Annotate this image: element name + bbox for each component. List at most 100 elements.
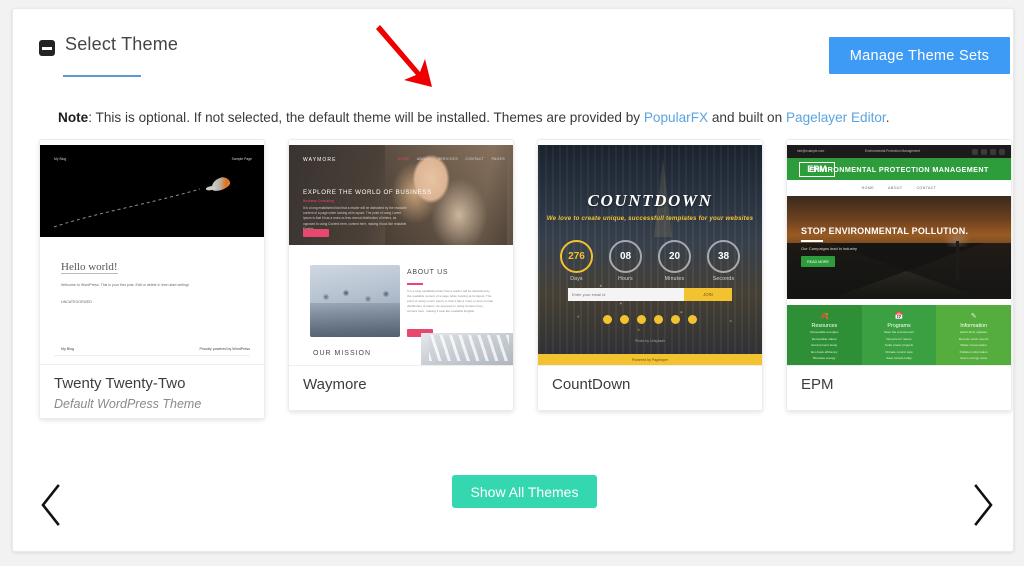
preview-social-icons — [972, 148, 1005, 155]
preview-nav-item: ABOUT — [416, 157, 431, 161]
chevron-right-icon[interactable] — [963, 481, 1003, 529]
theme-preview-twentytwentytwo: My Blog Sample Page Hello world! Welcome… — [40, 140, 264, 364]
countdown-label: Seconds — [712, 276, 735, 282]
preview-footer-left: My Blog — [61, 347, 74, 351]
preview-post-meta: UNCATEGORIZED — [61, 300, 92, 304]
preview-column-item: Biomass energy — [813, 356, 836, 361]
preview-body: Hello world! Welcome to WordPress. This … — [40, 237, 264, 364]
preview-column-item: Pollution information — [959, 349, 988, 354]
preview-nav-item: CONTACT — [916, 186, 937, 190]
select-theme-panel: Select Theme Manage Theme Sets Note: Thi… — [12, 8, 1014, 552]
preview-footer-right: Proudly powered by WordPress — [199, 347, 250, 351]
popularfx-link[interactable]: PopularFX — [644, 110, 708, 125]
preview-feature-column: 📅 Programs Save the environment Recycle … — [861, 305, 937, 365]
theme-name: EPM — [801, 376, 834, 393]
social-dot — [688, 315, 697, 324]
preview-column-item: Green energy news — [960, 356, 988, 361]
preview-post-body: Welcome to WordPress. This is your first… — [61, 283, 189, 287]
preview-column-item: Eco fuels efficiency — [811, 349, 838, 354]
social-dot — [637, 315, 646, 324]
preview-column-item: Renewable nature — [811, 336, 837, 341]
preview-email-input — [568, 288, 684, 301]
note-text: Note: This is optional. If not selected,… — [58, 110, 889, 125]
countdown-label: Hours — [618, 276, 633, 282]
note-label: Note — [58, 110, 89, 125]
preview-mission-title: OUR MISSION — [313, 350, 372, 357]
preview-topbar: info@example.com Environmental Protectio… — [787, 145, 1011, 158]
preview-post-title: Hello world! — [61, 261, 118, 274]
preview-hero-subtitle: Our Campaigns lead in industry — [801, 246, 858, 251]
theme-card-footer: Twenty Twenty-Two Default WordPress Them… — [40, 364, 264, 418]
theme-card[interactable]: info@example.com Environmental Protectio… — [786, 139, 1012, 411]
preview-column-item: Solar power projects — [884, 343, 914, 348]
preview-title: COUNTDOWN — [587, 191, 713, 210]
preview-bar-title: ENVIRONMENTAL PROTECTION MANAGEMENT — [809, 165, 989, 174]
theme-card[interactable]: My Blog Sample Page Hello world! Welcome… — [39, 139, 265, 419]
countdown-unit: 38 Seconds — [707, 240, 740, 282]
show-all-themes-button[interactable]: Show All Themes — [452, 475, 597, 508]
preview-nav: HOME ABOUT SERVICES CONTACT PAGES — [392, 157, 505, 161]
preview-team-image — [310, 265, 400, 337]
social-dot — [603, 315, 612, 324]
preview-credit: Photo by Unsplash — [634, 339, 666, 343]
chevron-left-icon[interactable] — [31, 481, 71, 529]
preview-column-item: Climate control care — [885, 349, 913, 354]
preview-subscribe-form: JOIN — [568, 288, 732, 301]
theme-name: CountDown — [552, 376, 631, 393]
preview-column-item: Water conservation — [960, 343, 987, 348]
countdown-unit: 20 Minutes — [658, 240, 691, 282]
preview-column-item: Recycle for nature — [886, 336, 912, 341]
preview-nav-item: SERVICES — [437, 157, 458, 161]
preview-hero-title: STOP ENVIRONMENTAL POLLUTION. — [801, 226, 969, 236]
note-part-2: and built on — [708, 110, 786, 125]
preview-topbar-left: info@example.com — [797, 149, 825, 153]
pagelayer-editor-link[interactable]: Pagelayer Editor — [786, 110, 886, 125]
preview-column-item: Earth facts updates — [960, 330, 988, 334]
theme-card[interactable]: COUNTDOWN We love to create unique, succ… — [537, 139, 763, 411]
preview-feature-column: ✎ Information Earth facts updates Recycl… — [936, 305, 1011, 365]
countdown-value: 276 — [560, 240, 593, 273]
pencil-icon: ✎ — [970, 313, 977, 320]
theme-card[interactable]: WAYMORE HOME ABOUT SERVICES CONTACT PAGE… — [288, 139, 514, 411]
preview-hero: STOP ENVIRONMENTAL POLLUTION. Our Campai… — [787, 196, 1011, 299]
theme-card-footer: CountDown — [538, 365, 762, 410]
preview-topbar-mid: Environmental Protection Management — [865, 149, 921, 153]
preview-hero-button — [303, 229, 329, 237]
preview-column-title: Resources — [811, 323, 838, 329]
social-dot — [671, 315, 680, 324]
note-part-1: : This is optional. If not selected, the… — [88, 110, 644, 125]
countdown-unit: 08 Hours — [609, 240, 642, 282]
theme-card-footer: EPM — [787, 365, 1011, 410]
theme-name: Waymore — [303, 376, 367, 393]
panel-header: Select Theme Manage Theme Sets — [13, 9, 1013, 99]
theme-subtitle: Default WordPress Theme — [54, 397, 202, 411]
countdown-value: 08 — [609, 240, 642, 273]
preview-hero-button: READ MORE — [801, 256, 835, 267]
theme-name: Twenty Twenty-Two — [54, 375, 186, 392]
title-underline — [63, 75, 141, 77]
preview-logo: WAYMORE — [303, 157, 337, 163]
preview-hero-title: EXPLORE THE WORLD OF BUSINESS — [303, 189, 432, 196]
manage-theme-sets-button[interactable]: Manage Theme Sets — [829, 37, 1010, 74]
preview-nav: HOME ABOUT CONTACT — [799, 180, 999, 196]
theme-card-list: My Blog Sample Page Hello world! Welcome… — [13, 139, 1013, 424]
preview-nav-item: HOME — [397, 157, 410, 161]
countdown-value: 20 — [658, 240, 691, 273]
preview-hero-rule — [801, 240, 823, 242]
preview-column-title: Information — [960, 323, 988, 329]
countdown-label: Minutes — [664, 276, 685, 282]
preview-hero: WAYMORE HOME ABOUT SERVICES CONTACT PAGE… — [289, 145, 513, 245]
preview-body: ABOUT US It is a long established fact t… — [289, 245, 513, 365]
page-title: Select Theme — [65, 34, 179, 54]
preview-mission-image — [421, 333, 513, 365]
minus-square-icon[interactable] — [39, 40, 55, 56]
preview-nav-item: CONTACT — [465, 157, 485, 161]
preview-hero-subtitle: Business Consulting — [303, 199, 334, 203]
calendar-icon: 📅 — [894, 313, 904, 320]
social-dot — [620, 315, 629, 324]
preview-column-item: Renewable energies — [810, 330, 839, 334]
leaf-icon: 🍂 — [819, 313, 829, 320]
preview-about-body: It is a long established fact that a rea… — [407, 289, 493, 314]
preview-hero: My Blog Sample Page — [40, 145, 264, 237]
preview-feature-columns: 🍂 Resources Renewable energies Renewable… — [787, 305, 1011, 365]
